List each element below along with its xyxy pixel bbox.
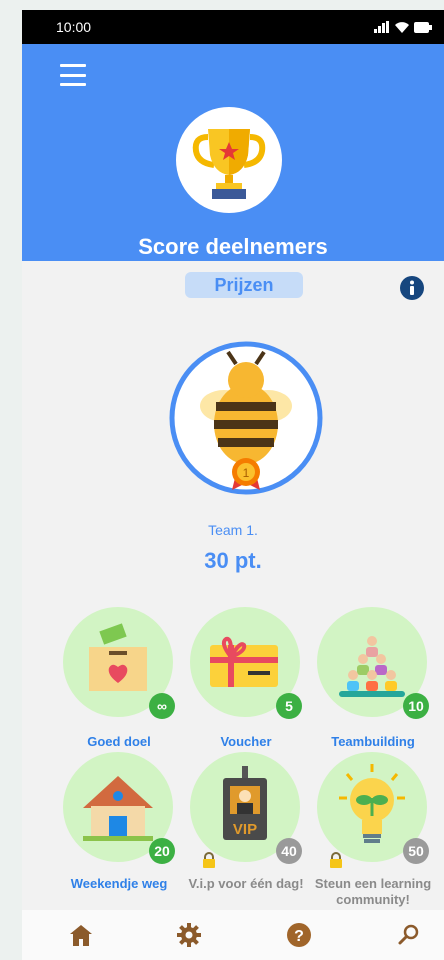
points-badge: ∞ [149,693,175,719]
hamburger-menu-icon[interactable] [60,64,86,86]
search-icon[interactable] [396,922,422,948]
team-score: 30 pt. [204,548,262,573]
points-badge: 50 [403,838,429,864]
prize-label: Steun een learning community! [314,876,432,907]
signal-icon [374,21,389,33]
status-bar: 10:00 [22,10,444,44]
points-badge: 5 [276,693,302,719]
battery-icon [414,21,432,33]
prize-label: Goed doel [87,734,151,749]
team-name: Team 1. [208,522,258,538]
svg-text:VIP: VIP [233,821,257,838]
help-icon[interactable]: ? [286,922,312,948]
prize-label: Weekendje weg [70,876,168,891]
points-badge: 10 [403,693,429,719]
svg-text:?: ? [294,928,304,945]
home-icon[interactable] [68,922,94,948]
points-badge: 20 [149,838,175,864]
prize-label: V.i.p voor één dag! [188,876,304,891]
bottom-nav: ? [22,910,444,960]
lock-icon [330,852,342,868]
wifi-icon [395,22,409,33]
tab-prijzen[interactable]: Prijzen [185,272,303,298]
trophy-icon [176,107,282,213]
status-time: 10:00 [56,19,92,35]
page-title: Score deelnemers [138,234,328,259]
gear-icon[interactable] [176,922,202,948]
prize-label: Voucher [220,734,272,749]
team-avatar-bee: 1 [169,341,323,495]
status-icons [374,21,432,33]
lock-icon [203,852,215,868]
svg-text:1: 1 [243,466,250,480]
points-badge: 40 [276,838,302,864]
header: Score deelnemers [22,44,444,261]
info-icon[interactable] [400,276,424,300]
app-screen: 10:00 Score deelnemers Prijzen 1 Team 1.… [22,10,444,960]
prize-label: Teambuilding [331,734,415,749]
